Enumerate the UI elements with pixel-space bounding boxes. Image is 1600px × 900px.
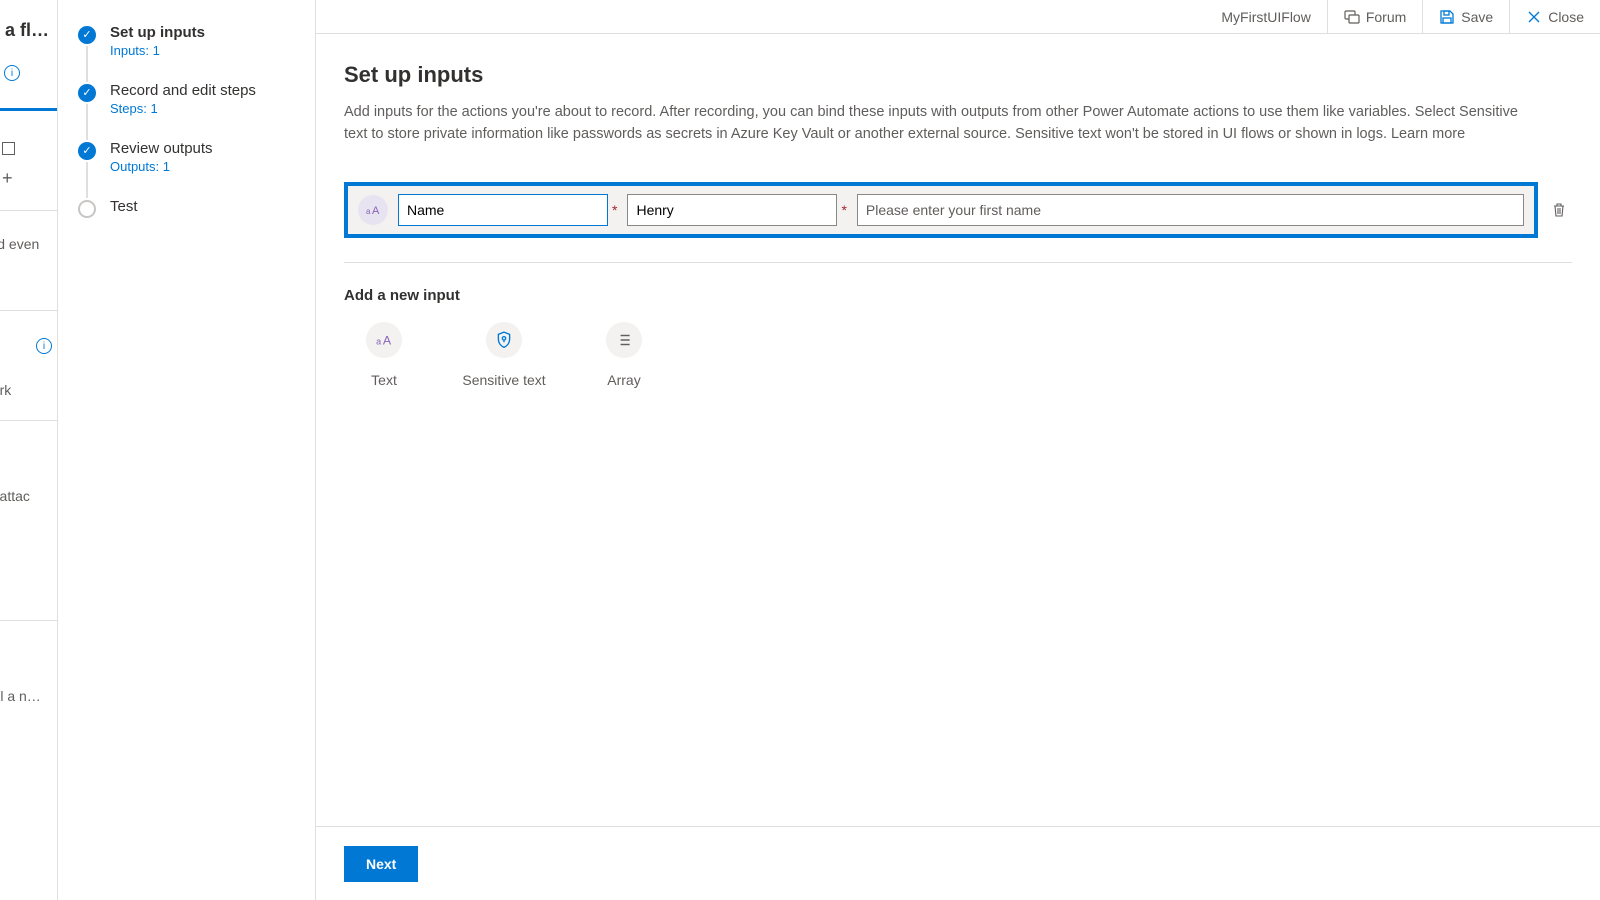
svg-text:A: A [383,333,392,347]
partial-text: e work [0,382,11,398]
plus-icon[interactable]: + [2,168,13,189]
divider [344,262,1572,263]
step-setup-inputs[interactable]: ✓ Set up inputs Inputs: 1 [78,24,295,58]
divider [0,420,58,421]
steps-sidebar: ✓ Set up inputs Inputs: 1 ✓ Record and e… [58,0,316,900]
step-title: Test [110,198,138,215]
step-test[interactable]: Test [78,198,295,218]
page-title: Set up inputs [344,62,1572,88]
check-icon: ✓ [78,142,96,160]
partial-text: mail attac [0,488,30,504]
step-subtitle: Outputs: 1 [110,159,213,174]
step-review-outputs[interactable]: ✓ Review outputs Outputs: 1 [78,140,295,174]
forum-button[interactable]: Forum [1327,0,1422,33]
required-asterisk: * [841,202,846,218]
trash-icon [1551,202,1567,218]
save-button[interactable]: Save [1422,0,1509,33]
left-rail-partial: ake a fl… i + nated even ate i e work ma… [0,0,58,900]
delete-input-button[interactable] [1546,197,1572,223]
save-icon [1439,9,1455,25]
info-icon: i [36,338,52,354]
forum-label: Forum [1366,9,1406,25]
partial-title: ake a fl… [0,20,49,41]
type-label: Text [371,372,397,388]
svg-text:A: A [372,205,380,217]
svg-text:a: a [376,336,381,346]
add-sensitive-text-button[interactable]: Sensitive text [464,322,544,388]
add-input-heading: Add a new input [344,287,1572,304]
input-definition-row: aA * * [344,182,1572,238]
check-icon: ✓ [78,26,96,44]
step-record-edit[interactable]: ✓ Record and edit steps Steps: 1 [78,82,295,116]
close-icon [1526,9,1542,25]
forum-icon [1344,9,1360,25]
text-type-icon: aA [358,195,388,225]
close-button[interactable]: Close [1509,0,1600,33]
partial-text: nated even [0,236,39,252]
check-icon: ✓ [78,84,96,102]
step-subtitle: Steps: 1 [110,101,256,116]
divider [0,210,58,211]
main-content: Set up inputs Add inputs for the actions… [316,34,1600,900]
partial-text: email a n… [0,688,41,704]
step-title: Review outputs [110,140,213,157]
input-row-card: aA * * [344,182,1538,238]
info-icon: i [4,65,20,81]
top-bar: MyFirstUIFlow Forum Save Close [316,0,1600,34]
step-title: Set up inputs [110,24,205,41]
text-icon: aA [366,322,402,358]
flow-name: MyFirstUIFlow [1205,9,1326,25]
add-array-input-button[interactable]: Array [584,322,664,388]
type-label: Array [607,372,640,388]
close-label: Close [1548,9,1584,25]
footer: Next [316,826,1600,900]
type-label: Sensitive text [462,372,545,388]
empty-step-icon [78,200,96,218]
step-subtitle: Inputs: 1 [110,43,205,58]
divider [0,620,58,621]
input-type-options: aA Text Sensitive text Array [344,322,1572,388]
divider [0,310,58,311]
step-title: Record and edit steps [110,82,256,99]
square-icon [2,142,15,155]
input-sample-value-field[interactable] [627,194,837,226]
page-description: Add inputs for the actions you're about … [344,102,1544,146]
input-name-field[interactable] [398,194,608,226]
list-icon [606,322,642,358]
next-button[interactable]: Next [344,846,418,882]
active-tab-indicator [0,108,58,111]
input-description-field[interactable] [857,194,1524,226]
svg-text:a: a [366,207,371,216]
shield-icon [486,322,522,358]
required-asterisk: * [612,202,617,218]
add-text-input-button[interactable]: aA Text [344,322,424,388]
save-label: Save [1461,9,1493,25]
